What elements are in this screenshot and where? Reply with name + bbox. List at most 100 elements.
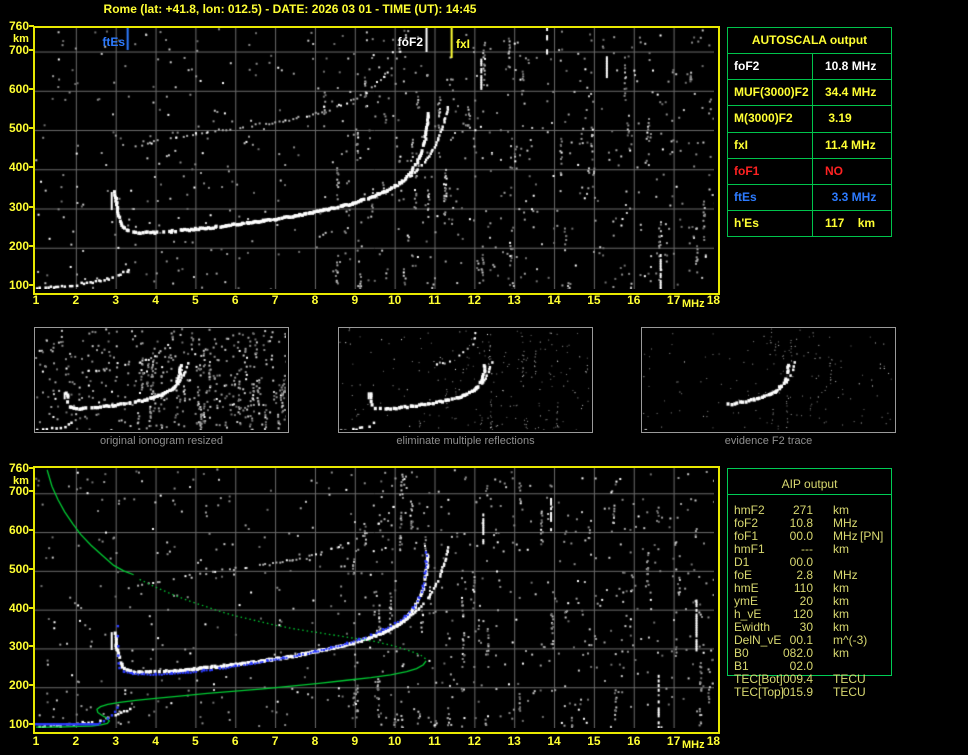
y-tick-mark bbox=[29, 645, 34, 648]
autoscala-param-value: NO bbox=[812, 158, 891, 184]
x-tick-label: 7 bbox=[271, 293, 279, 307]
autoscala-param-value: 117 km bbox=[812, 211, 891, 237]
y-tick-mark bbox=[29, 723, 34, 725]
autoscala-param-value: 34.4 MHz bbox=[812, 80, 891, 106]
thumbnail-caption-3: evidence F2 trace bbox=[724, 435, 813, 447]
y-tick-mark bbox=[29, 490, 34, 493]
thumbnail-evidence-f2 bbox=[641, 327, 896, 433]
bottom-ionogram-canvas bbox=[35, 468, 714, 728]
y-tick-label: 760 bbox=[8, 19, 29, 33]
autoscala-param-label: MUF(3000)F2 bbox=[734, 85, 809, 100]
x-tick-label: 16 bbox=[627, 293, 641, 307]
y-tick-mark bbox=[29, 25, 34, 27]
x-tick-label: 8 bbox=[311, 734, 319, 748]
autoscala-row-foF1: foF1 NO bbox=[728, 158, 891, 185]
x-tick-label: 3 bbox=[112, 293, 120, 307]
y-tick-label: 100 bbox=[8, 277, 29, 292]
x-tick-label: 15 bbox=[587, 734, 601, 748]
foF2-marker-label: foF2 bbox=[397, 35, 423, 49]
x-tick-label: 14 bbox=[547, 293, 561, 307]
autoscala-param-label: h'Es bbox=[734, 216, 759, 231]
y-tick-mark bbox=[29, 567, 34, 570]
y-tick-label: 200 bbox=[8, 678, 29, 693]
x-tick-label: 5 bbox=[192, 734, 199, 748]
aip-param-unit: km bbox=[833, 542, 849, 556]
top-ionogram-panel bbox=[33, 26, 720, 295]
x-tick-label: 9 bbox=[351, 734, 359, 748]
thumbnail-canvas-2 bbox=[339, 328, 590, 430]
autoscala-row-h'Es: h'Es 117 km bbox=[728, 211, 891, 237]
x-tick-label: 3 bbox=[112, 734, 120, 748]
autoscala-screen: Rome (lat: +41.8, lon: 012.5) - DATE: 20… bbox=[0, 0, 968, 755]
x-tick-label: 6 bbox=[231, 293, 239, 307]
x-tick-label: 18 bbox=[706, 734, 721, 748]
autoscala-param-value: 10.8 MHz bbox=[812, 54, 891, 80]
x-tick-label: 14 bbox=[547, 734, 561, 748]
page-title: Rome (lat: +41.8, lon: 012.5) - DATE: 20… bbox=[103, 2, 477, 16]
y-tick-label: 200 bbox=[8, 238, 29, 253]
x-tick-label: 4 bbox=[152, 293, 159, 307]
y-tick-mark bbox=[29, 529, 34, 532]
x-tick-label: 5 bbox=[192, 293, 199, 307]
x-tick-label: 4 bbox=[152, 734, 159, 748]
thumbnail-canvas-1 bbox=[35, 328, 286, 430]
x-tick-label: 2 bbox=[72, 734, 80, 748]
y-tick-label: 700 bbox=[8, 484, 29, 499]
x-tick-label: 6 bbox=[231, 734, 239, 748]
aip-header-separator bbox=[727, 494, 892, 495]
y-tick-mark bbox=[29, 48, 34, 51]
y-tick-mark bbox=[29, 606, 34, 609]
autoscala-param-label: fxI bbox=[734, 137, 749, 152]
thumbnail-caption-2: eliminate multiple reflections bbox=[396, 435, 535, 447]
y-tick-label: 600 bbox=[8, 81, 29, 96]
thumbnail-eliminate-reflections bbox=[338, 327, 593, 433]
y-tick-label: 700 bbox=[8, 42, 29, 57]
aip-param-unit: TECU bbox=[833, 685, 866, 699]
y-tick-label: 400 bbox=[8, 600, 29, 615]
y-tick-mark bbox=[29, 127, 34, 130]
autoscala-param-value: 3.19 bbox=[812, 106, 891, 132]
aip-param-value: 015.9 bbox=[782, 685, 813, 699]
x-axis-unit-label: MHz bbox=[682, 298, 705, 310]
y-tick-mark bbox=[29, 283, 34, 286]
y-tick-mark bbox=[29, 684, 34, 687]
y-tick-label: 300 bbox=[8, 639, 29, 654]
fxI-marker-label: fxI bbox=[456, 37, 471, 51]
y-tick-label: 300 bbox=[8, 199, 29, 214]
x-tick-label: 11 bbox=[428, 734, 441, 748]
x-tick-label: 1 bbox=[32, 293, 40, 307]
autoscala-row-MUF(3000)F2: MUF(3000)F2 34.4 MHz bbox=[728, 80, 891, 107]
x-tick-label: 12 bbox=[467, 293, 482, 307]
autoscala-param-value: 11.4 MHz bbox=[812, 132, 891, 158]
autoscala-param-value: 3.3 MHz bbox=[812, 184, 891, 211]
y-tick-label: 760 bbox=[8, 461, 29, 475]
x-tick-label: 10 bbox=[387, 293, 402, 307]
aip-param-unit: km bbox=[833, 646, 849, 660]
x-tick-label: 12 bbox=[467, 734, 482, 748]
y-tick-mark bbox=[29, 205, 34, 208]
x-tick-label: 16 bbox=[627, 734, 641, 748]
autoscala-param-label: ftEs bbox=[734, 189, 757, 204]
y-tick-mark bbox=[29, 244, 34, 247]
y-tick-mark bbox=[29, 467, 34, 469]
autoscala-row-ftEs: ftEs 3.3 MHz bbox=[728, 184, 891, 212]
x-tick-label: 18 bbox=[706, 293, 721, 307]
y-tick-mark bbox=[29, 87, 34, 90]
thumbnail-canvas-3 bbox=[642, 328, 893, 430]
x-tick-label: 9 bbox=[351, 293, 359, 307]
y-tick-mark bbox=[29, 166, 34, 169]
autoscala-row-fxI: fxI 11.4 MHz bbox=[728, 132, 891, 159]
x-tick-label: 8 bbox=[311, 293, 319, 307]
thumbnail-caption-1: original ionogram resized bbox=[100, 435, 223, 447]
x-tick-label: 15 bbox=[587, 293, 601, 307]
y-tick-label: 100 bbox=[8, 717, 29, 731]
autoscala-output-table: AUTOSCALA output foF2 10.8 MHz MUF(3000)F2… bbox=[727, 27, 892, 237]
x-tick-label: 13 bbox=[507, 293, 521, 307]
y-tick-label: 500 bbox=[8, 121, 29, 136]
x-tick-label: 1 bbox=[32, 734, 40, 748]
y-tick-label: 500 bbox=[8, 561, 29, 576]
bottom-ionogram-panel bbox=[33, 466, 720, 734]
aip-table-header: AIP output bbox=[781, 477, 838, 491]
thumbnail-original-ionogram bbox=[34, 327, 289, 433]
x-tick-label: 2 bbox=[72, 293, 80, 307]
